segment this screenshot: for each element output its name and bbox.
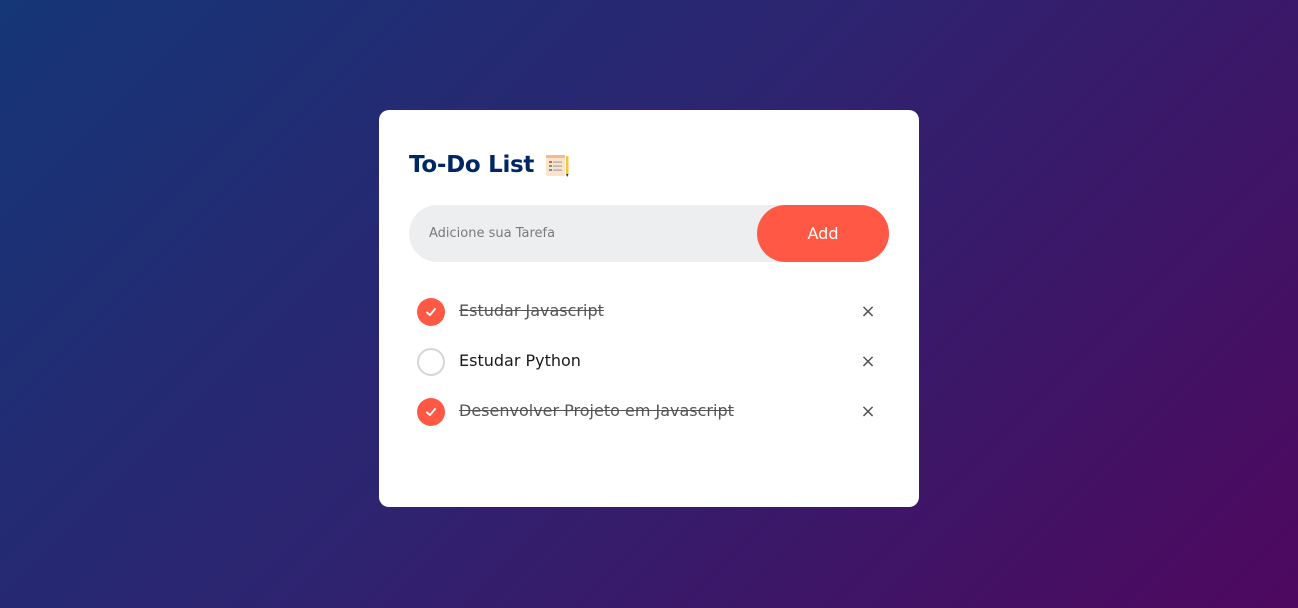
- close-icon[interactable]: ×: [857, 400, 879, 422]
- checked-icon[interactable]: [417, 298, 445, 326]
- title-row: To-Do List: [409, 152, 570, 178]
- task-label: Estudar Javascript: [459, 301, 604, 320]
- add-button[interactable]: Add: [757, 205, 889, 262]
- unchecked-icon[interactable]: [417, 348, 445, 376]
- task-item[interactable]: Estudar Python ×: [409, 338, 889, 388]
- close-icon[interactable]: ×: [857, 350, 879, 372]
- task-label: Desenvolver Projeto em Javascript: [459, 401, 734, 420]
- checked-icon[interactable]: [417, 398, 445, 426]
- task-label: Estudar Python: [459, 351, 581, 370]
- checklist-notepad-icon: [544, 152, 570, 178]
- page-title: To-Do List: [409, 152, 535, 178]
- close-icon[interactable]: ×: [857, 300, 879, 322]
- task-item[interactable]: Desenvolver Projeto em Javascript ×: [409, 388, 889, 438]
- add-task-row: Add: [409, 205, 889, 262]
- task-item[interactable]: Estudar Javascript ×: [409, 288, 889, 338]
- todo-card: To-Do List Add: [379, 110, 919, 507]
- task-input[interactable]: [409, 205, 749, 262]
- task-list: Estudar Javascript × Estudar Python × De…: [409, 288, 889, 438]
